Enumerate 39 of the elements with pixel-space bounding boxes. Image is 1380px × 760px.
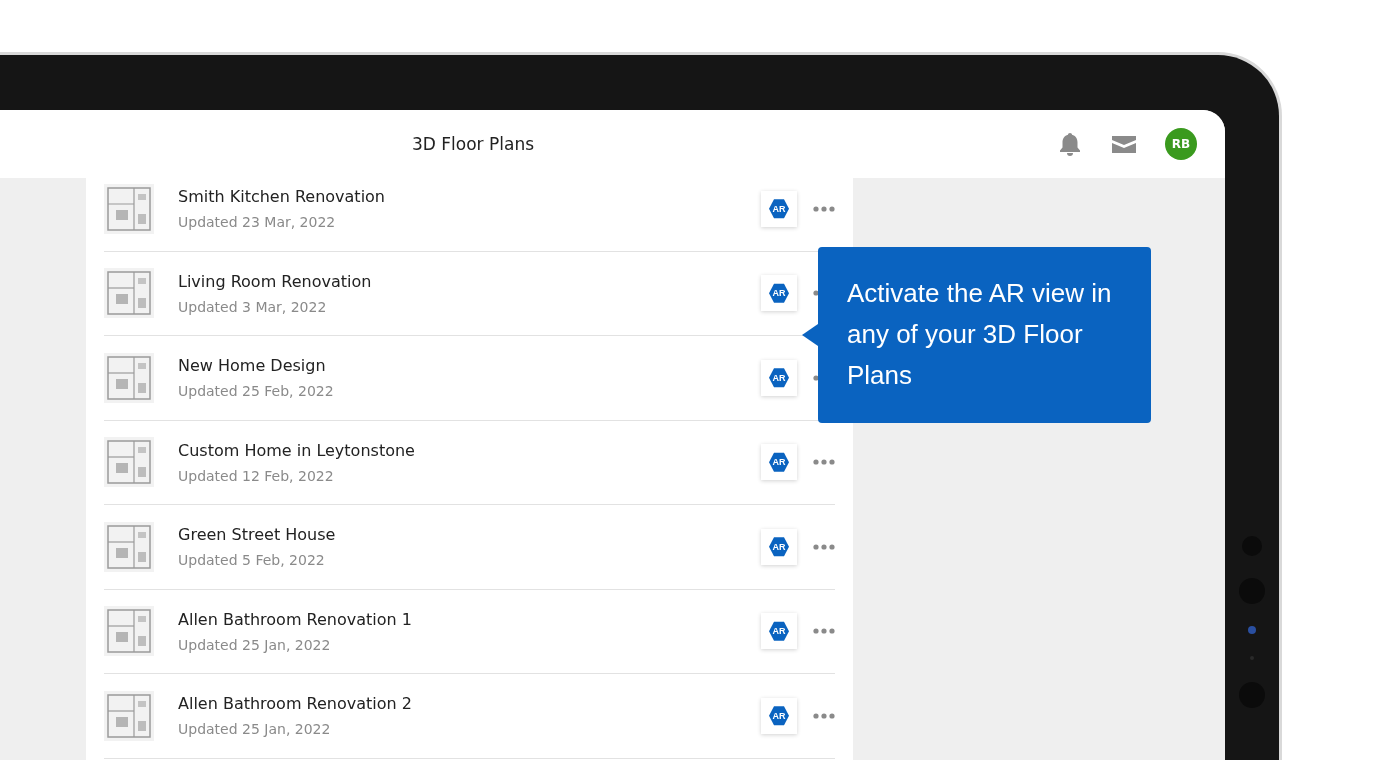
project-title[interactable]: Living Room Renovation [178, 271, 761, 291]
ar-view-button[interactable]: AR [761, 697, 797, 734]
updated-date: Updated 12 Feb, 2022 [178, 467, 335, 484]
project-title[interactable]: Allen Bathroom Renovation 2 [178, 694, 761, 714]
floor-plan-thumbnail[interactable] [104, 268, 154, 319]
updated-date: Updated 5 Feb, 2022 [178, 552, 326, 569]
floor-plan-thumbnail[interactable] [104, 183, 154, 234]
ar-view-button[interactable]: AR [761, 528, 797, 565]
more-options-icon[interactable] [813, 459, 835, 466]
ar-view-button[interactable]: AR [761, 613, 797, 650]
ar-view-button[interactable]: AR [761, 190, 797, 227]
updated-date: Updated 23 Mar, 2022 [178, 214, 337, 231]
updated-date: Updated 25 Jan, 2022 [178, 721, 332, 738]
project-title[interactable]: Allen Bathroom Renovation 1 [178, 609, 761, 629]
ar-tooltip: Activate the AR view in any of your 3D Floor Plans [818, 247, 1151, 423]
envelope-icon[interactable] [1111, 134, 1137, 154]
updated-date: Updated 3 Mar, 2022 [178, 298, 328, 315]
ar-view-button[interactable]: AR [761, 359, 797, 396]
floor-plan-thumbnail[interactable] [104, 437, 154, 488]
page-title: 3D Floor Plans [412, 134, 535, 154]
more-options-icon[interactable] [813, 543, 835, 550]
more-options-icon[interactable] [813, 205, 835, 212]
project-title[interactable]: Custom Home in Leytonstone [178, 440, 761, 460]
bell-icon[interactable] [1057, 131, 1083, 157]
project-title[interactable]: Green Street House [178, 525, 761, 545]
project-title[interactable]: New Home Design [178, 356, 761, 376]
floor-plan-thumbnail[interactable] [104, 606, 154, 657]
floor-plan-thumbnail[interactable] [104, 352, 154, 403]
updated-date: Updated 25 Feb, 2022 [178, 383, 335, 400]
floor-plan-thumbnail[interactable] [104, 521, 154, 572]
more-options-icon[interactable] [813, 628, 835, 635]
user-avatar[interactable]: RB [1165, 128, 1197, 160]
project-title[interactable]: Smith Kitchen Renovation [178, 187, 761, 207]
sensor-dot-icon [1248, 626, 1256, 634]
ar-view-button[interactable]: AR [761, 275, 797, 312]
more-options-icon[interactable] [813, 712, 835, 719]
updated-date: Updated 25 Jan, 2022 [178, 636, 332, 653]
floor-plan-thumbnail[interactable] [104, 690, 154, 741]
ar-view-button[interactable]: AR [761, 444, 797, 481]
